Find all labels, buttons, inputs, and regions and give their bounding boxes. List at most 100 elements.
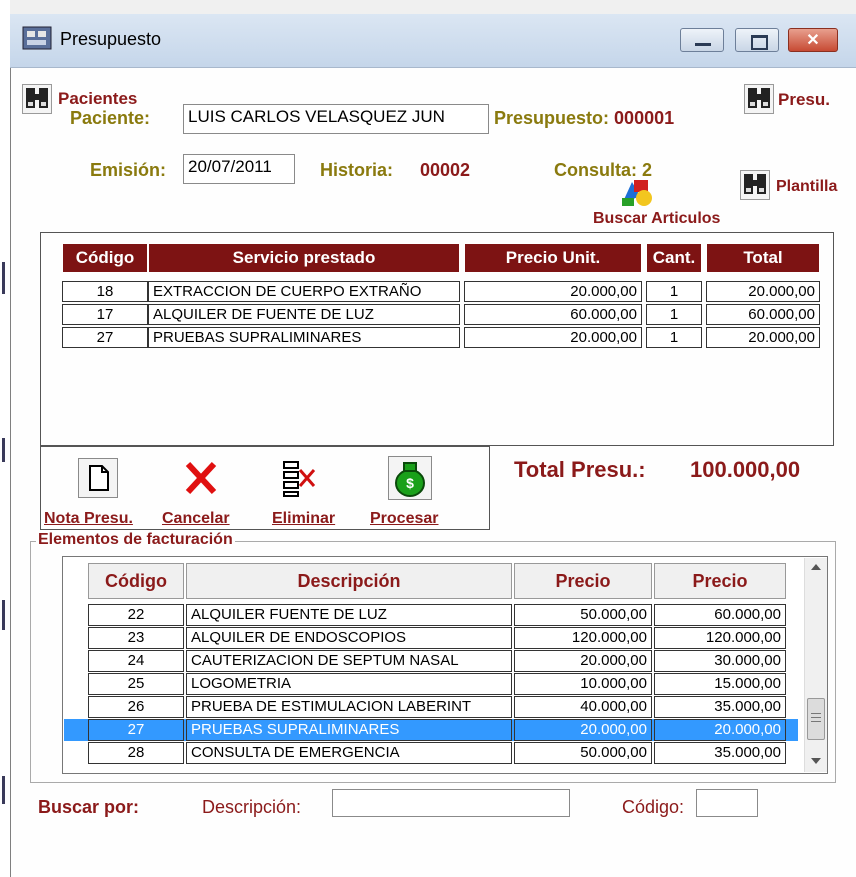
cell-precio: 120.000,00 (514, 627, 652, 649)
scroll-thumb[interactable] (807, 698, 825, 740)
pacientes-label: Pacientes (58, 89, 138, 108)
desktop-edge (0, 0, 10, 877)
delete-rows-icon (283, 461, 316, 497)
edge-mark (2, 262, 5, 294)
total-value: 100.000,00 (690, 457, 801, 482)
cell-codigo: 24 (88, 650, 184, 672)
svg-text:$: $ (406, 475, 414, 491)
cell-precio-2: 30.000,00 (654, 650, 786, 672)
maximize-icon (751, 35, 768, 50)
paciente-field[interactable]: LUIS CARLOS VELASQUEZ JUN (183, 104, 489, 134)
presupuesto-label: Presupuesto: (494, 108, 610, 128)
cell-precio-2: 20.000,00 (654, 719, 786, 741)
historia-label: Historia: (320, 160, 394, 180)
descripcion-label: Descripción: (202, 797, 302, 817)
scroll-up-icon[interactable] (811, 564, 821, 570)
buscar-por-label: Buscar por: (38, 797, 140, 817)
eliminar-label[interactable]: Eliminar (272, 510, 335, 528)
cell-codigo: 26 (88, 696, 184, 718)
money-bag-icon: $ (395, 462, 425, 497)
cell-descripcion: PRUEBA DE ESTIMULACION LABERINT (186, 696, 512, 718)
presu-button[interactable] (744, 84, 774, 114)
nota-presu-label[interactable]: Nota Presu. (44, 510, 133, 528)
cell-descripcion: ALQUILER FUENTE DE LUZ (186, 604, 512, 626)
cell-codigo: 23 (88, 627, 184, 649)
plantilla-label: Plantilla (776, 178, 838, 195)
billing-header-precio-2: Precio (654, 563, 786, 599)
scroll-down-icon[interactable] (811, 758, 821, 764)
close-button[interactable]: ✕ (788, 28, 838, 52)
cell-servicio: EXTRACCION DE CUERPO EXTRAÑO (148, 281, 460, 302)
billing-group-label: Elementos de facturación (36, 531, 235, 549)
buscar-articulos-icon[interactable] (618, 174, 654, 208)
cell-total: 20.000,00 (706, 281, 820, 302)
emision-field[interactable]: 20/07/2011 (183, 154, 295, 184)
edge-mark (2, 600, 5, 630)
cell-total: 20.000,00 (706, 327, 820, 348)
billing-header-codigo: Código (88, 563, 184, 599)
cell-precio: 50.000,00 (514, 604, 652, 626)
edge-mark (2, 776, 5, 804)
paciente-label: Paciente: (70, 108, 151, 128)
cell-precio-2: 120.000,00 (654, 627, 786, 649)
cell-precio: 10.000,00 (514, 673, 652, 695)
services-header-total: Total (706, 243, 820, 273)
cell-codigo: 22 (88, 604, 184, 626)
cell-descripcion: CONSULTA DE EMERGENCIA (186, 742, 512, 764)
eliminar-button[interactable] (276, 456, 322, 500)
codigo-search-input[interactable] (696, 789, 758, 817)
cancelar-button[interactable] (180, 456, 222, 500)
cell-descripcion: ALQUILER DE ENDOSCOPIOS (186, 627, 512, 649)
cell-codigo: 27 (88, 719, 184, 741)
cell-precio: 20.000,00 (514, 650, 652, 672)
cell-descripcion: PRUEBAS SUPRALIMINARES (186, 719, 512, 741)
cell-precio-2: 35.000,00 (654, 742, 786, 764)
procesar-label[interactable]: Procesar (370, 510, 439, 528)
cell-cant[interactable]: 1 (646, 281, 702, 302)
cell-precio: 50.000,00 (514, 742, 652, 764)
presupuesto-number: Presupuesto: 000001 (494, 108, 674, 129)
billing-scrollbar[interactable] (804, 558, 827, 772)
nota-presu-button[interactable] (78, 458, 118, 498)
descripcion-search-input[interactable] (332, 789, 570, 817)
pacientes-button[interactable] (22, 84, 52, 114)
services-header-precio: Precio Unit. (464, 243, 642, 273)
procesar-button[interactable]: $ (388, 456, 432, 500)
cell-cant[interactable]: 1 (646, 304, 702, 325)
cell-codigo: 27 (62, 327, 148, 348)
billing-header-descripcion: Descripción (186, 563, 512, 599)
total-label: Total Presu.: (514, 457, 646, 482)
codigo-label: Código: (622, 797, 685, 817)
edge-mark (2, 438, 5, 462)
services-header-servicio: Servicio prestado (148, 243, 460, 273)
cell-precio: 40.000,00 (514, 696, 652, 718)
minimize-button[interactable] (680, 28, 724, 52)
cell-codigo: 25 (88, 673, 184, 695)
cell-precio: 20.000,00 (514, 719, 652, 741)
minimize-icon (695, 43, 711, 46)
cell-codigo: 28 (88, 742, 184, 764)
services-header-codigo: Código (62, 243, 148, 273)
cell-codigo: 17 (62, 304, 148, 325)
historia-value: 00002 (420, 160, 471, 180)
cancelar-label[interactable]: Cancelar (162, 510, 230, 528)
presupuesto-value: 000001 (614, 108, 675, 128)
presu-label: Presu. (778, 90, 830, 109)
close-icon: ✕ (806, 32, 820, 49)
maximize-button[interactable] (735, 28, 779, 52)
cancel-x-icon (185, 461, 217, 495)
binoculars-icon (26, 88, 48, 108)
binoculars-icon (744, 174, 766, 194)
cell-servicio: ALQUILER DE FUENTE DE LUZ (148, 304, 460, 325)
plantilla-button[interactable] (740, 170, 770, 200)
cell-precio-2: 35.000,00 (654, 696, 786, 718)
services-header-cant: Cant. (646, 243, 702, 273)
emision-label: Emisión: (90, 160, 167, 180)
cell-precio: 60.000,00 (464, 304, 642, 325)
buscar-articulos-label[interactable]: Buscar Articulos (593, 210, 720, 228)
cell-codigo: 18 (62, 281, 148, 302)
cell-cant[interactable]: 1 (646, 327, 702, 348)
cell-precio-2: 60.000,00 (654, 604, 786, 626)
cell-servicio: PRUEBAS SUPRALIMINARES (148, 327, 460, 348)
cell-total: 60.000,00 (706, 304, 820, 325)
